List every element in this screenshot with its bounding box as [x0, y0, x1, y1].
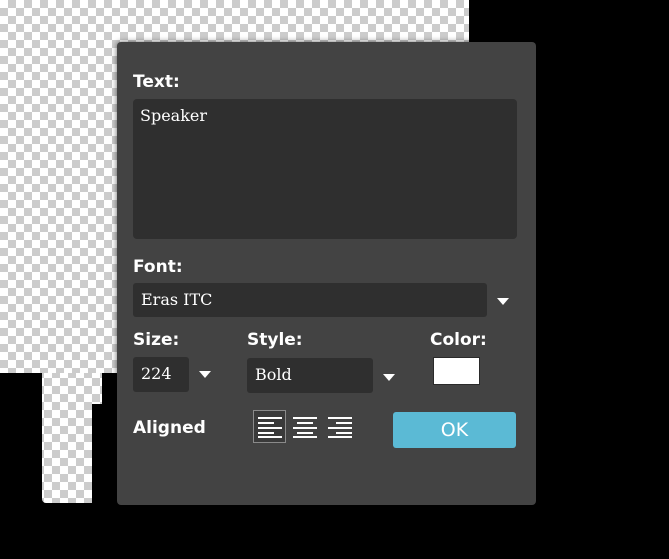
text-dialog: Text: Speaker Font: Eras ITC Size: 224 S… [117, 42, 536, 505]
text-label: Text: [133, 72, 180, 92]
align-center-button[interactable] [288, 410, 321, 443]
align-center-icon [292, 416, 317, 438]
size-label: Size: [133, 330, 180, 350]
align-right-button[interactable] [323, 410, 356, 443]
color-label: Color: [430, 330, 487, 350]
font-label: Font: [133, 257, 183, 277]
color-swatch[interactable] [433, 357, 480, 385]
text-input[interactable]: Speaker [133, 99, 517, 239]
style-select[interactable]: Bold [247, 358, 373, 393]
font-select[interactable]: Eras ITC [133, 283, 487, 317]
ok-button[interactable]: OK [393, 412, 516, 448]
alignment-group [253, 410, 356, 444]
font-dropdown-arrow-icon[interactable] [497, 298, 509, 305]
align-left-button[interactable] [253, 410, 286, 443]
size-dropdown-arrow-icon[interactable] [199, 371, 211, 378]
style-dropdown-arrow-icon[interactable] [383, 374, 395, 381]
size-select[interactable]: 224 [133, 357, 189, 392]
image-canvas: Text: Speaker Font: Eras ITC Size: 224 S… [0, 0, 669, 559]
align-right-icon [327, 416, 352, 438]
aligned-label: Aligned [133, 418, 206, 438]
align-left-icon [257, 416, 282, 438]
style-label: Style: [247, 330, 303, 350]
